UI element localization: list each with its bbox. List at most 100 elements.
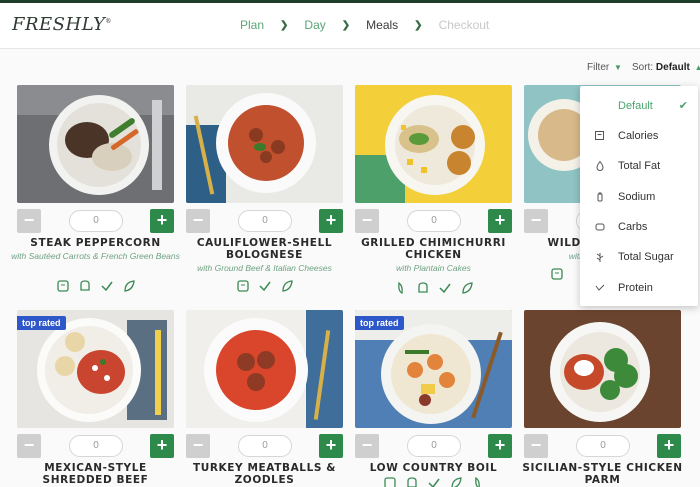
quantity-stepper: − 0 + <box>355 209 512 233</box>
sort-option-total-fat[interactable]: Total Fat <box>580 151 698 181</box>
quantity-value[interactable]: 0 <box>407 210 461 232</box>
filter-button[interactable]: Filter ▼ <box>587 62 622 73</box>
chevron-down-icon: ▼ <box>614 63 622 72</box>
decrease-button[interactable]: − <box>355 209 379 233</box>
sodium-icon <box>405 476 419 487</box>
sort-option-total-sugar[interactable]: Total Sugar <box>580 242 698 272</box>
meal-card: − 0 + TURKEY MEATBALLS & ZOODLES <box>186 310 343 486</box>
meal-title[interactable]: STEAK PEPPERCORN <box>9 237 182 249</box>
meal-title[interactable]: CAULIFLOWER-SHELL BOLOGNESE <box>178 237 351 261</box>
sort-option-sodium[interactable]: Sodium <box>580 182 698 212</box>
menu-toolbar: Filter ▼ Sort: Default ▲ <box>0 50 700 84</box>
leaf-icon <box>460 281 474 295</box>
quantity-stepper: − 0 + <box>186 209 343 233</box>
meal-title[interactable]: MEXICAN-STYLE SHREDDED BEEF <box>9 462 182 486</box>
decrease-button[interactable]: − <box>524 209 548 233</box>
meal-card: − 0 + CAULIFLOWER-SHELL BOLOGNESE with G… <box>186 85 343 292</box>
checkout-steps: Plan ❯ Day ❯ Meals ❯ Checkout <box>240 18 489 32</box>
chevron-up-icon: ▲ <box>694 63 700 72</box>
sort-dropdown-menu: Default ✔ Calories Total Fat Sodium Carb… <box>580 86 698 306</box>
meal-card: top rated − 0 + MEXICAN-STYLE SHREDDED B… <box>17 310 174 486</box>
step-checkout: Checkout <box>438 18 490 32</box>
top-rated-badge: top rated <box>355 316 404 330</box>
sort-option-label: Total Fat <box>618 160 661 172</box>
meal-image[interactable] <box>524 310 681 428</box>
check-mark-icon <box>427 476 441 487</box>
meal-title[interactable]: GRILLED CHIMICHURRI CHICKEN <box>347 237 520 261</box>
check-icon: ✔ <box>678 100 688 112</box>
step-day[interactable]: Day <box>304 18 325 32</box>
quantity-stepper: − 0 + <box>17 434 174 458</box>
sort-option-default[interactable]: Default ✔ <box>580 91 698 121</box>
decrease-button[interactable]: − <box>17 434 41 458</box>
chevron-right-icon: ❯ <box>341 19 351 31</box>
meal-subtitle: with Plantain Cakes <box>396 263 471 273</box>
sodium-icon <box>78 279 92 293</box>
quantity-value[interactable]: 0 <box>238 435 292 457</box>
increase-button[interactable]: + <box>150 209 174 233</box>
check-mark-icon <box>438 281 452 295</box>
quantity-value[interactable]: 0 <box>69 210 123 232</box>
increase-button[interactable]: + <box>488 209 512 233</box>
quantity-value[interactable]: 0 <box>407 435 461 457</box>
brand-trademark: ® <box>105 18 112 25</box>
calorie-icon <box>550 267 564 281</box>
sort-option-label: Sodium <box>618 191 656 203</box>
calorie-icon <box>383 476 397 487</box>
meal-subtitle: with <box>568 251 584 261</box>
increase-button[interactable]: + <box>150 434 174 458</box>
sugar-cane-icon <box>596 253 604 262</box>
decrease-button[interactable]: − <box>524 434 548 458</box>
meal-title[interactable]: WILD- <box>526 237 586 249</box>
meal-image[interactable]: top rated <box>17 310 174 428</box>
meal-icons <box>355 281 512 295</box>
quantity-stepper: − 0 + <box>524 434 681 458</box>
meal-card: − 0 + STEAK PEPPERCORN with Sautéed Carr… <box>11 85 180 292</box>
leaf-icon <box>449 476 463 487</box>
meal-title[interactable]: LOW COUNTRY BOIL <box>347 462 520 474</box>
decrease-button[interactable]: − <box>186 209 210 233</box>
decrease-button[interactable]: − <box>355 434 379 458</box>
chevron-right-icon: ❯ <box>280 19 289 31</box>
meal-image[interactable] <box>355 85 512 203</box>
check-mark-icon <box>100 279 114 293</box>
meal-title[interactable]: TURKEY MEATBALLS & ZOODLES <box>178 462 351 486</box>
pepper-icon <box>394 281 408 295</box>
increase-button[interactable]: + <box>657 434 681 458</box>
step-meals[interactable]: Meals <box>366 18 398 32</box>
brand-name: FRESHLY <box>12 14 106 35</box>
sort-button[interactable]: Sort: Default ▲ <box>632 62 700 73</box>
step-plan[interactable]: Plan <box>240 18 264 32</box>
filter-label: Filter <box>587 62 610 73</box>
sodium-icon <box>416 281 430 295</box>
increase-button[interactable]: + <box>319 209 343 233</box>
decrease-button[interactable]: − <box>186 434 210 458</box>
calorie-icon <box>56 279 70 293</box>
check-mark-icon <box>258 279 272 293</box>
meal-title[interactable]: SICILIAN-STYLE CHICKEN PARM <box>516 462 689 486</box>
sort-option-calories[interactable]: Calories <box>580 121 698 151</box>
chevron-right-icon: ❯ <box>414 19 423 31</box>
sort-option-protein[interactable]: Protein <box>580 273 698 303</box>
quantity-stepper: − 0 + <box>186 434 343 458</box>
site-header: FRESHLY® Plan ❯ Day ❯ Meals ❯ Checkout <box>0 3 700 49</box>
app-root: FRESHLY® Plan ❯ Day ❯ Meals ❯ Checkout F… <box>0 0 700 487</box>
increase-button[interactable]: + <box>319 434 343 458</box>
decrease-button[interactable]: − <box>17 209 41 233</box>
quantity-value[interactable]: 0 <box>69 435 123 457</box>
quantity-value[interactable]: 0 <box>238 210 292 232</box>
meal-icons <box>186 279 343 293</box>
quantity-value[interactable]: 0 <box>576 435 630 457</box>
meal-image[interactable]: top rated <box>355 310 512 428</box>
leaf-icon <box>122 279 136 293</box>
meal-image[interactable] <box>186 85 343 203</box>
sort-option-label: Total Sugar <box>618 251 674 263</box>
meal-image[interactable] <box>186 310 343 428</box>
salt-shaker-icon <box>597 192 603 202</box>
sort-value: Default <box>655 62 690 73</box>
brand-logo[interactable]: FRESHLY® <box>12 14 112 35</box>
increase-button[interactable]: + <box>488 434 512 458</box>
sort-option-carbs[interactable]: Carbs <box>580 212 698 242</box>
meal-image[interactable] <box>17 85 174 203</box>
quantity-stepper: − 0 + <box>17 209 174 233</box>
